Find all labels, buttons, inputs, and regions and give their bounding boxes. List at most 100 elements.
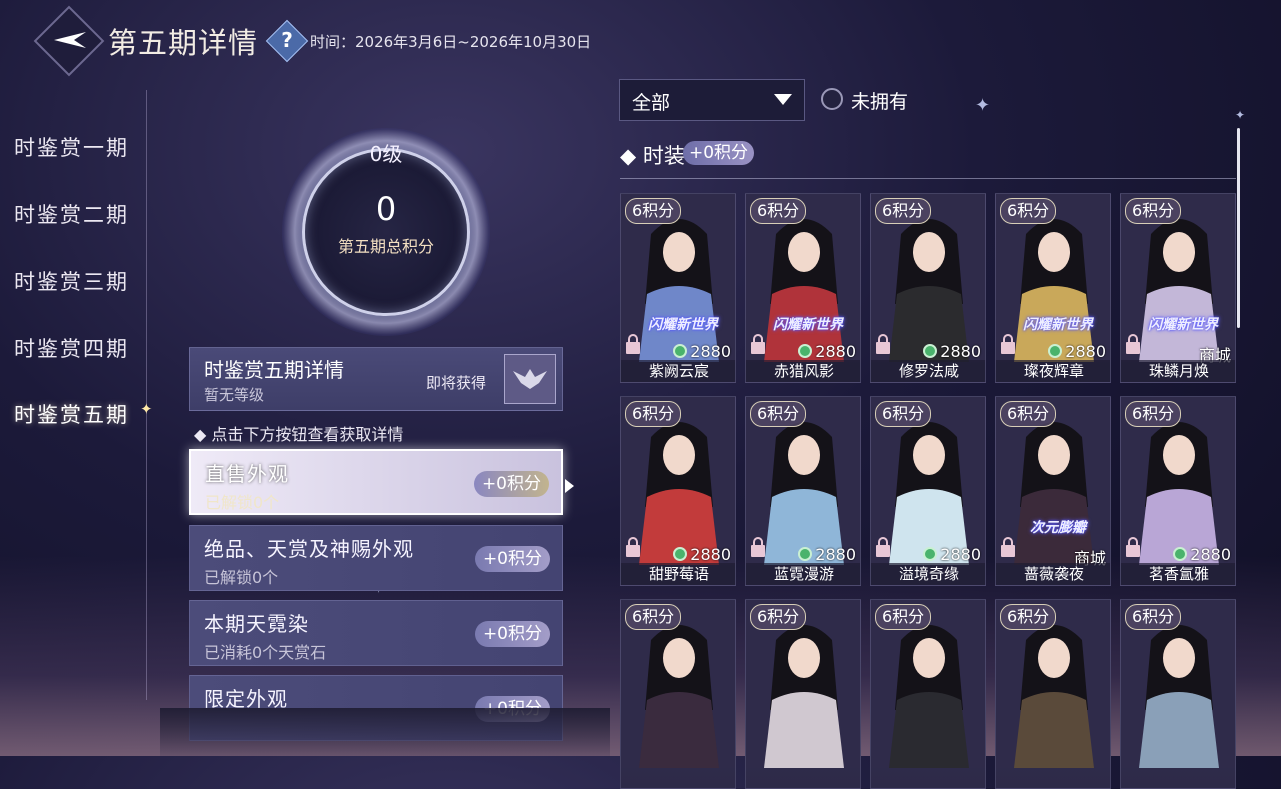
price-label: 2880: [673, 545, 731, 564]
outfit-card[interactable]: 6积分 闪耀新世界 商城 珠鳞月焕: [1120, 193, 1236, 383]
star-decoration: ✦: [1235, 108, 1246, 122]
category-direct-sale[interactable]: 直售外观 已解锁0个 +0积分: [189, 449, 563, 515]
category-title: 绝品、天赏及神赐外观: [204, 537, 414, 561]
points-badge: 6积分: [625, 401, 682, 427]
outfit-name: 甜野莓语: [621, 563, 735, 585]
sidebar-item-period-5[interactable]: 时鉴赏五期: [14, 399, 129, 429]
detail-title: 时鉴赏五期详情: [204, 358, 344, 382]
outfit-name: 茗香氲雅: [1121, 563, 1235, 585]
points-badge: 6积分: [1000, 401, 1057, 427]
outfit-card[interactable]: 6积分 次元膨瓣 商城 蔷薇袭夜: [995, 396, 1111, 586]
outfit-card[interactable]: 6积分 2880 甜野莓语: [620, 396, 736, 586]
points-badge: 6积分: [625, 604, 682, 630]
lock-icon: [876, 334, 890, 354]
category-premium[interactable]: 绝品、天赏及神赐外观 已解锁0个 +0积分: [189, 525, 563, 591]
scrollbar[interactable]: [1237, 128, 1240, 328]
upcoming-reward-label: 即将获得: [426, 374, 487, 392]
category-points-badge: +0积分: [474, 546, 550, 572]
active-indicator-icon: ✦: [140, 400, 153, 418]
points-badge: 6积分: [875, 198, 932, 224]
price-label: 2880: [798, 342, 856, 361]
unowned-label: 未拥有: [851, 91, 909, 113]
sidebar-item-period-4[interactable]: 时鉴赏四期: [14, 333, 129, 363]
outfit-card[interactable]: 6积分 闪耀新世界 2880 赤猎风影: [745, 193, 861, 383]
outfit-name: 溢境奇缘: [871, 563, 985, 585]
outfit-name: 赤猎风影: [746, 360, 860, 382]
price-label: 2880: [923, 545, 981, 564]
lock-icon: [1001, 537, 1015, 557]
outfit-card[interactable]: 6积分: [995, 599, 1111, 789]
lock-icon: [1126, 537, 1140, 557]
lock-icon: [751, 537, 765, 557]
category-dye[interactable]: 本期天霓染 已消耗0个天赏石 +0积分: [189, 600, 563, 666]
event-label: 闪耀新世界: [1023, 317, 1093, 333]
outfit-card[interactable]: 6积分 2880 茗香氲雅: [1120, 396, 1236, 586]
hint-text: ◆ 点击下方按钮查看获取详情: [194, 425, 404, 444]
unowned-radio[interactable]: [821, 88, 843, 110]
total-score-label: 第五期总积分: [337, 237, 434, 256]
outfit-name: 修罗法咸: [871, 360, 985, 382]
bottom-fade: [160, 708, 610, 756]
outfit-card[interactable]: 6积分闪耀新世界 2880 璨夜辉章: [995, 193, 1111, 383]
lock-icon: [876, 537, 890, 557]
outfit-name: 璨夜辉章: [996, 360, 1110, 382]
section-divider: [620, 178, 1236, 179]
selected-arrow-icon: [565, 479, 574, 493]
points-badge: 6积分: [1000, 198, 1057, 224]
jade-coin-icon: [798, 344, 813, 358]
sidebar-item-period-1[interactable]: 时鉴赏一期: [14, 132, 129, 162]
event-label: 闪耀新世界: [773, 317, 843, 333]
sidebar-item-period-3[interactable]: 时鉴赏三期: [14, 266, 129, 296]
outfit-name: 蓝霓漫游: [746, 563, 860, 585]
outfit-name: 蔷薇袭夜: [996, 563, 1110, 585]
lock-icon: [1126, 334, 1140, 354]
help-question-mark: ?: [281, 28, 293, 52]
jade-coin-icon: [1173, 547, 1188, 561]
reward-preview[interactable]: [504, 354, 556, 404]
points-badge: 6积分: [1000, 604, 1057, 630]
lock-icon: [751, 334, 765, 354]
outfit-name: 珠鳞月焕: [1121, 360, 1235, 382]
points-badge: 6积分: [1125, 401, 1182, 427]
wings-emblem-icon: [513, 369, 547, 389]
level-orb: [302, 148, 470, 316]
section-title: ◆ 时装: [620, 144, 685, 168]
event-label: 闪耀新世界: [1148, 317, 1218, 333]
outfit-card[interactable]: 6积分: [870, 599, 986, 789]
category-title: 直售外观: [205, 462, 289, 486]
category-subtitle: 已消耗0个天赏石: [204, 643, 327, 662]
price-label: 2880: [1048, 342, 1106, 361]
total-score: 0: [375, 190, 397, 228]
category-subtitle: 已解锁0个: [205, 493, 280, 512]
section-points-badge: +0积分: [683, 141, 755, 165]
lock-icon: [1001, 334, 1015, 354]
section-title-text: 时装: [642, 144, 685, 168]
jade-coin-icon: [923, 547, 938, 561]
star-decoration: ✦: [975, 95, 991, 116]
outfit-card[interactable]: 6积分 2880 蓝霓漫游: [745, 396, 861, 586]
jade-coin-icon: [923, 344, 938, 358]
points-badge: 6积分: [625, 198, 682, 224]
back-arrow-icon: [54, 32, 86, 48]
outfit-card[interactable]: 6积分 2880 修罗法咸: [870, 193, 986, 383]
points-badge: 6积分: [875, 604, 932, 630]
outfit-card[interactable]: 6积分: [1120, 599, 1236, 789]
sidebar-item-period-2[interactable]: 时鉴赏二期: [14, 199, 129, 229]
outfit-card[interactable]: 6积分: [620, 599, 736, 789]
lock-icon: [626, 537, 640, 557]
dropdown-value: 全部: [632, 92, 671, 114]
points-badge: 6积分: [750, 604, 807, 630]
outfit-card[interactable]: 6积分 2880 溢境奇缘: [870, 396, 986, 586]
price-label: 2880: [1173, 545, 1231, 564]
page-title: 第五期详情: [108, 26, 259, 60]
date-range: 时间：2026年3月6日~2026年10月30日: [310, 33, 592, 51]
jade-coin-icon: [673, 344, 688, 358]
jade-coin-icon: [798, 547, 813, 561]
detail-level-status: 暂无等级: [204, 386, 265, 404]
filter-dropdown[interactable]: 全部: [619, 79, 805, 121]
period-detail-card[interactable]: 时鉴赏五期详情 暂无等级 即将获得: [189, 347, 563, 411]
outfit-card[interactable]: 6积分 闪耀新世界 2880 紫阙云宸: [620, 193, 736, 383]
dropdown-caret-icon: [774, 94, 792, 105]
outfit-card[interactable]: 6积分: [745, 599, 861, 789]
points-badge: 6积分: [750, 401, 807, 427]
